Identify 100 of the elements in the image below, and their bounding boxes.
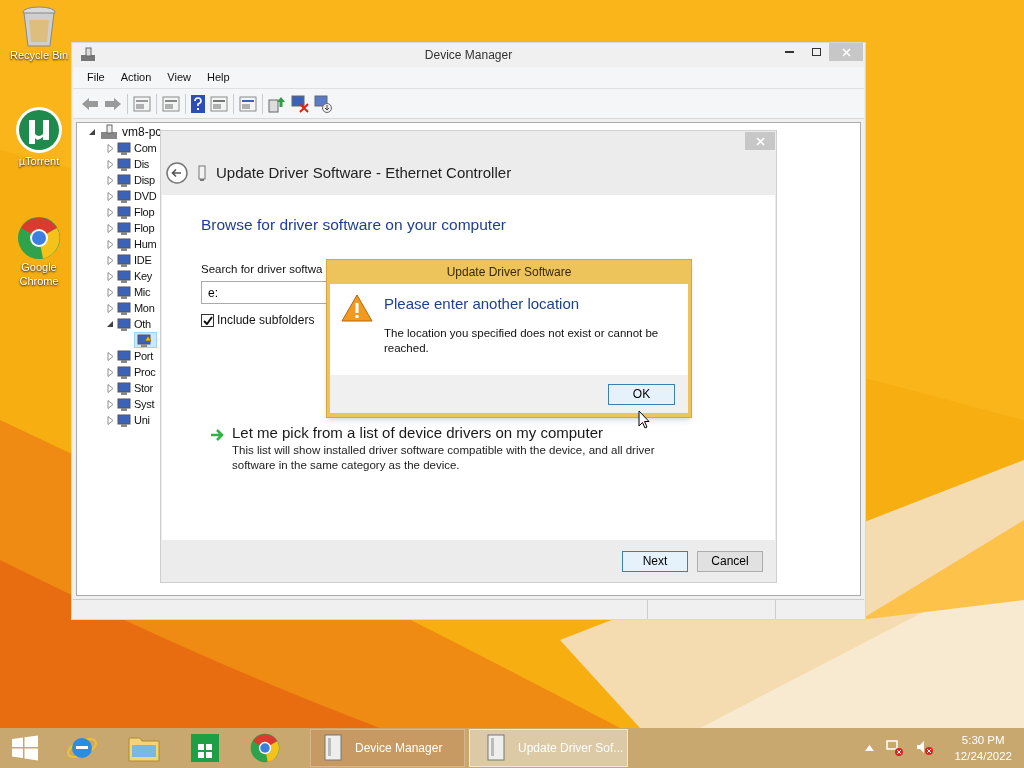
tree-item[interactable]: Dis <box>134 156 149 172</box>
tree-item[interactable]: Stor <box>134 380 153 396</box>
collapsed-triangle-icon[interactable] <box>107 223 114 233</box>
uninstall-icon[interactable] <box>291 94 309 113</box>
device-icon <box>116 252 132 268</box>
checkbox[interactable] <box>201 313 214 327</box>
collapsed-triangle-icon[interactable] <box>107 239 114 249</box>
device-icon <box>116 380 132 396</box>
next-button[interactable]: Next <box>622 550 688 572</box>
collapsed-triangle-icon[interactable] <box>107 159 114 169</box>
computer-icon <box>100 124 118 140</box>
collapsed-triangle-icon[interactable] <box>107 415 114 425</box>
panel-icon[interactable] <box>210 95 228 112</box>
device-icon <box>116 140 132 156</box>
help-icon[interactable] <box>191 94 205 113</box>
menu-item[interactable]: Help <box>200 69 236 86</box>
collapsed-triangle-icon[interactable] <box>107 287 114 297</box>
menu-item[interactable]: View <box>161 69 197 86</box>
device-icon <box>116 412 132 428</box>
collapsed-triangle-icon[interactable] <box>107 207 114 217</box>
collapsed-triangle-icon[interactable] <box>107 351 114 361</box>
warning-icon <box>341 294 373 322</box>
path-field[interactable]: e: <box>201 281 328 304</box>
tree-item[interactable]: Disp <box>134 172 155 188</box>
device-icon <box>116 364 132 380</box>
tree-item[interactable]: Proc <box>134 364 156 380</box>
device-icon <box>116 348 132 364</box>
back-button-icon[interactable] <box>166 162 188 185</box>
round-logo-icon <box>17 216 61 260</box>
back-arrow-icon[interactable] <box>81 96 99 111</box>
mu-logo-icon <box>15 106 63 154</box>
device-icon <box>116 268 132 284</box>
expanded-triangle-icon[interactable] <box>107 320 114 328</box>
collapsed-triangle-icon[interactable] <box>107 399 114 409</box>
field-label: Search for driver softwa <box>201 262 323 276</box>
driver-list-link[interactable]: Let me pick from a list of device drivers on my computer <box>232 423 692 443</box>
network-card-icon <box>198 165 206 182</box>
minimize-icon <box>784 51 794 53</box>
tree-item[interactable]: Mon <box>134 300 155 316</box>
tree-item[interactable]: Key <box>134 268 153 284</box>
tree-item[interactable] <box>134 332 157 348</box>
check-icon <box>202 315 213 325</box>
link-description: This list will show installed driver software compatible with the device, and all driver software in the same category as the device. <box>232 443 656 473</box>
speaker-muted-icon[interactable] <box>916 740 935 756</box>
tree-item[interactable]: Flop <box>134 204 155 220</box>
dialog-title: Update Driver Software <box>445 264 573 281</box>
collapsed-triangle-icon[interactable] <box>107 255 114 265</box>
menu-item[interactable]: File <box>81 69 111 86</box>
collapsed-triangle-icon[interactable] <box>107 191 114 201</box>
cancel-button[interactable]: Cancel <box>697 550 763 572</box>
close-button[interactable] <box>745 132 775 150</box>
arrow-icon <box>210 429 224 441</box>
windows-logo-icon[interactable] <box>12 735 38 761</box>
warning-device-icon <box>136 332 152 348</box>
network-error-icon[interactable] <box>886 740 905 756</box>
tree-item[interactable]: Com <box>134 140 157 156</box>
ok-button[interactable]: OK <box>608 383 675 405</box>
tree-item[interactable]: Uni <box>134 412 150 428</box>
device-icon <box>116 188 132 204</box>
page-heading: Browse for driver software on your computer <box>201 215 507 235</box>
folder-icon[interactable] <box>128 734 160 762</box>
tree-item[interactable]: Mic <box>134 284 151 300</box>
panel-icon[interactable] <box>133 95 151 112</box>
tree-item[interactable]: Hum <box>134 236 157 252</box>
device-icon <box>116 284 132 300</box>
device-icon <box>116 172 132 188</box>
tree-item[interactable]: Port <box>134 348 153 364</box>
device-icon <box>116 396 132 412</box>
device-icon <box>116 220 132 236</box>
chevron-up-icon[interactable] <box>865 745 875 751</box>
dialog-message: The location you specified does not exist or cannot be reached. <box>384 326 660 356</box>
device-icon <box>116 300 132 316</box>
wizard-title: Update Driver Software - Ethernet Controller <box>216 163 512 183</box>
device-icon <box>116 204 132 220</box>
collapsed-triangle-icon[interactable] <box>107 175 114 185</box>
menu-item[interactable]: Action <box>114 69 158 86</box>
dialog-heading: Please enter another location <box>384 294 581 314</box>
mouse-pointer-icon <box>638 410 650 429</box>
collapsed-triangle-icon[interactable] <box>107 303 114 313</box>
tree-item[interactable]: Syst <box>134 396 155 412</box>
collapsed-triangle-icon[interactable] <box>107 271 114 281</box>
expanded-triangle-icon[interactable] <box>89 128 96 136</box>
tree-item[interactable]: DVD <box>134 188 157 204</box>
checkbox-label: Include subfolders <box>217 312 315 329</box>
collapsed-triangle-icon[interactable] <box>107 383 114 393</box>
collapsed-triangle-icon[interactable] <box>107 367 114 377</box>
forward-arrow-icon[interactable] <box>104 96 122 111</box>
round-logo-icon[interactable] <box>250 733 280 763</box>
tree-item[interactable]: IDE <box>134 252 152 268</box>
tree-item[interactable]: vm8-pc <box>122 124 162 140</box>
tree-item[interactable]: Oth <box>134 316 151 332</box>
close-icon <box>755 136 765 146</box>
device-box-icon <box>484 734 508 762</box>
device-icon <box>116 156 132 172</box>
computer-icon <box>80 47 96 63</box>
tree-item[interactable]: Flop <box>134 220 155 236</box>
device-box-icon <box>321 734 345 762</box>
collapsed-triangle-icon[interactable] <box>107 143 114 153</box>
window-title: Device Manager <box>424 47 513 64</box>
trash-bin-icon <box>21 6 57 48</box>
